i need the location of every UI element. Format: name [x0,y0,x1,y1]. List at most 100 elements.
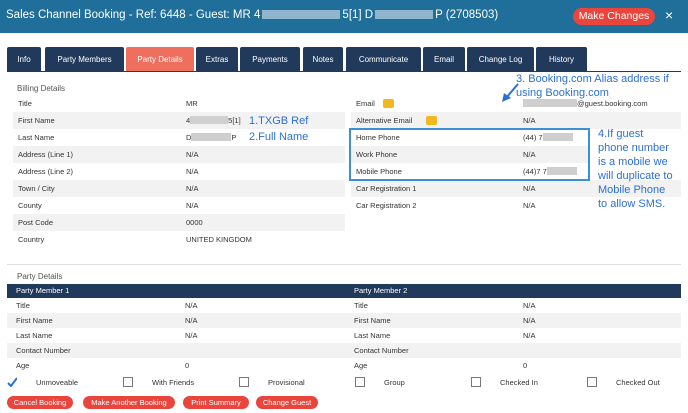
checkbox-group[interactable] [355,377,365,387]
party-row-age: Age 0 Age 0 [7,358,681,373]
billing-row-county: County N/A [13,197,345,214]
thumbs-up-icon[interactable] [426,116,437,125]
billing-row-post-code: Post Code 0000 [13,214,345,231]
member2-value: N/A [523,301,536,310]
title-prefix: Sales Channel Booking - Ref: 6448 - Gues… [6,9,261,21]
field-label: First Name [16,316,53,325]
status-checkboxes: Unmoveable With Friends Provisional Grou… [0,376,688,389]
change-guest-button[interactable]: Change Guest [256,396,318,409]
billing-row-address-1: Address (Line 1) N/A [13,146,345,163]
field-value: N/A [186,150,199,159]
party-member-1-header: Party Member 1 [16,286,70,295]
billing-row-country: Country UNITED KINGDOM [13,231,345,248]
note-line: phone number [598,142,669,154]
field-label: First Name [18,116,55,125]
tab-payments[interactable]: Payments [240,47,300,72]
tab-history[interactable]: History [536,47,587,72]
checkbox-checked-in[interactable] [471,377,481,387]
checkbox-label-unmoveable: Unmoveable [36,378,79,387]
tab-email[interactable]: Email [423,47,465,72]
tab-communicate[interactable]: Communicate [346,47,421,72]
title-suffix: P (2708503) [435,9,499,21]
party-member-2-header: Party Member 2 [354,286,408,295]
checkbox-label-with-friends: With Friends [152,378,195,387]
note-line: to allow SMS. [598,198,666,210]
field-value: UNITED KINGDOM [186,235,252,244]
close-icon[interactable]: × [665,7,673,23]
field-label: Post Code [18,218,54,227]
field-label: County [18,201,42,210]
field-label: Town / City [18,184,55,193]
checkbox-label-checked-in: Checked In [500,378,538,387]
field-label: Title [354,301,368,310]
field-label: Car Registration 2 [356,201,417,210]
checkbox-checked-out[interactable] [587,377,597,387]
field-label: Last Name [16,331,53,340]
field-label: Address (Line 2) [18,167,74,176]
field-value: N/A [186,201,199,210]
redacted-text [190,116,229,124]
value-end: P [231,133,237,142]
checkbox-label-group: Group [384,378,405,387]
field-label: Alternative Email [356,116,413,125]
redacted-text [523,99,577,107]
field-label: Last Name [354,331,391,340]
cancel-booking-button[interactable]: Cancel Booking [7,396,73,409]
annotation-alias-line1: 3. Booking.com Alias address if [516,73,669,85]
field-label: Address (Line 1) [18,150,74,159]
billing-row-town: Town / City N/A [13,180,345,197]
tab-change-log[interactable]: Change Log [467,47,534,72]
arrow-icon [502,83,519,102]
tab-party-members[interactable]: Party Members [45,47,124,72]
member1-value: N/A [185,316,198,325]
redacted-text [191,133,232,141]
checkbox-label-checked-out: Checked Out [616,378,660,387]
party-row-first-name: First Name N/A First Name N/A [7,313,681,328]
checkbox-label-provisional: Provisional [268,378,305,387]
title-bar: Sales Channel Booking - Ref: 6448 - Gues… [0,0,688,33]
party-row-contact: Contact Number Contact Number [7,343,681,358]
tab-extras[interactable]: Extras [196,47,238,72]
field-label: Title [18,99,32,108]
field-value: N/A [186,184,199,193]
member1-value: N/A [185,331,198,340]
check-icon[interactable] [7,377,17,387]
field-value: N/A [523,184,536,193]
field-value: DP [186,129,236,146]
party-row-last-name: Last Name N/A Last Name N/A [7,328,681,343]
checkbox-provisional[interactable] [239,377,249,387]
field-label: Country [18,235,45,244]
print-summary-button[interactable]: Print Summary [183,396,249,409]
annotation-mobile-note: 4.If guest phone number is a mobile we w… [598,127,673,211]
annotation-full-name: 2.Full Name [249,131,309,143]
tab-party-details[interactable]: Party Details [126,47,194,72]
tab-notes[interactable]: Notes [303,47,343,72]
make-another-booking-button[interactable]: Make Another Booking [83,396,175,409]
field-value: 0000 [186,218,203,227]
email-value: @guest.booking.com [577,99,648,108]
party-details-label: Party Details [17,272,63,281]
party-row-title: Title N/A Title N/A [7,298,681,313]
window-title: Sales Channel Booking - Ref: 6448 - Gues… [6,9,498,21]
field-label: Age [354,361,368,370]
field-value: N/A [523,201,536,210]
redacted-text [375,10,434,19]
checkbox-with-friends[interactable] [123,377,133,387]
section-divider [7,264,681,265]
field-value: 4 5[1] [186,112,241,129]
billing-details-label: Billing Details [17,84,66,93]
member2-value: N/A [523,316,536,325]
billing-row-title: Title MR [13,95,345,112]
make-changes-button[interactable]: Make Changes [573,8,655,25]
field-label: First Name [354,316,391,325]
title-mid: 5[1] D [342,9,374,21]
thumbs-up-icon[interactable] [383,99,394,108]
tab-info[interactable]: Info [7,47,41,72]
annotation-txgb-ref: 1.TXGB Ref [249,115,309,127]
value-end: 5[1] [228,116,241,125]
annotation-alias-line2: using Booking.com [516,87,609,99]
note-line: will duplicate to [598,170,673,182]
field-value: N/A [186,167,199,176]
field-value: MR [186,99,198,108]
field-label: Car Registration 1 [356,184,417,193]
